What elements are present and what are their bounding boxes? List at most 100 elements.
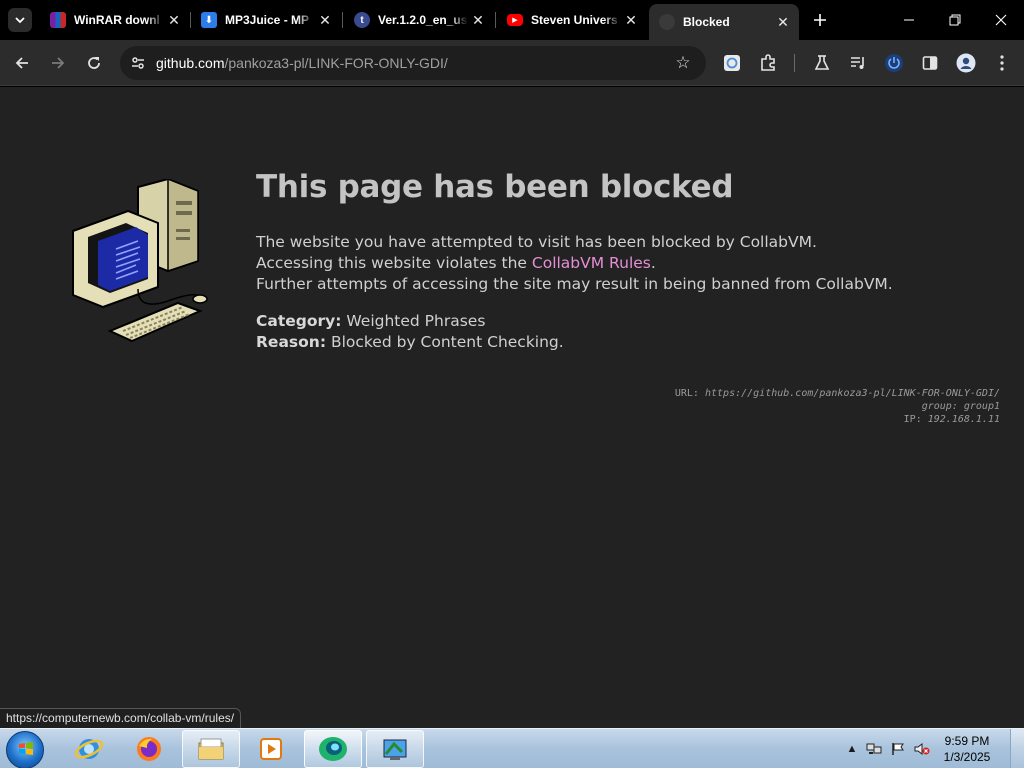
category-row: Category: Weighted Phrases bbox=[256, 312, 485, 330]
action-center-flag-icon[interactable] bbox=[890, 741, 906, 757]
tab-winrar[interactable]: WinRAR downl ✕ bbox=[40, 4, 190, 36]
profile-avatar-icon[interactable] bbox=[952, 49, 980, 77]
category-value: Weighted Phrases bbox=[341, 312, 486, 330]
url-path: /pankoza3-pl/LINK-FOR-ONLY-GDI/ bbox=[224, 55, 448, 71]
back-arrow-icon bbox=[15, 57, 28, 69]
rules-text-suffix: . bbox=[650, 254, 656, 272]
youtube-icon: ▶ bbox=[507, 14, 523, 26]
minimize-button[interactable] bbox=[886, 0, 932, 40]
reason-label: Reason: bbox=[256, 333, 327, 351]
tab-title: WinRAR downl bbox=[74, 13, 160, 27]
volume-muted-icon[interactable] bbox=[914, 741, 930, 757]
tab-title: Blocked bbox=[683, 15, 730, 29]
tab-separator bbox=[495, 12, 496, 28]
internet-explorer-icon bbox=[74, 739, 104, 759]
plus-icon bbox=[814, 14, 826, 26]
meta-ip-value: 192.168.1.11 bbox=[927, 414, 1000, 425]
close-icon[interactable]: ✕ bbox=[164, 10, 184, 30]
taskbar-control-panel[interactable] bbox=[366, 730, 424, 768]
taskbar-file-explorer[interactable] bbox=[182, 730, 240, 768]
windows-logo-icon bbox=[19, 742, 33, 755]
taskbar-chrome[interactable] bbox=[304, 730, 362, 768]
clock-date: 1/3/2025 bbox=[943, 750, 991, 764]
rules-text-prefix: Accessing this website violates the bbox=[256, 254, 532, 272]
meta-group: group: group1 bbox=[922, 401, 1000, 412]
reason-value: Blocked by Content Checking. bbox=[326, 333, 564, 351]
close-icon bbox=[995, 14, 1007, 26]
tab-strip: WinRAR downl ✕ ⬇ MP3Juice - MP ✕ t Ver.1… bbox=[0, 0, 1024, 40]
meta-url-label: URL: bbox=[674, 388, 705, 399]
forward-arrow-icon bbox=[52, 57, 65, 69]
reload-button[interactable] bbox=[80, 49, 108, 77]
taskbar-media-player[interactable] bbox=[242, 730, 300, 768]
tray-overflow-icon[interactable]: ▲ bbox=[844, 741, 860, 757]
new-tab-button[interactable] bbox=[808, 8, 832, 32]
meta-ip-label: IP: bbox=[903, 414, 928, 425]
close-window-button[interactable] bbox=[978, 0, 1024, 40]
close-icon[interactable]: ✕ bbox=[315, 10, 335, 30]
tumblr-icon: t bbox=[354, 12, 370, 28]
blocked-page: This page has been blocked The website y… bbox=[0, 87, 1024, 728]
media-player-icon bbox=[260, 738, 282, 760]
url-text: github.com/pankoza3-pl/LINK-FOR-ONLY-GDI… bbox=[156, 55, 448, 71]
show-desktop-button[interactable] bbox=[1010, 729, 1024, 768]
tab-blocked[interactable]: Blocked ✕ bbox=[649, 4, 799, 40]
tab-search-button[interactable] bbox=[8, 8, 32, 32]
category-label: Category: bbox=[256, 312, 342, 330]
side-panel-icon[interactable] bbox=[916, 49, 944, 77]
tab-mp3juice[interactable]: ⬇ MP3Juice - MP ✕ bbox=[191, 4, 341, 36]
taskbar-firefox[interactable] bbox=[120, 730, 178, 768]
toolbar-divider bbox=[794, 54, 795, 72]
close-icon[interactable]: ✕ bbox=[773, 12, 793, 32]
windows-taskbar: ▲ 9:59 PM 1/3/2025 bbox=[0, 728, 1024, 768]
reason-row: Reason: Blocked by Content Checking. bbox=[256, 333, 564, 351]
tab-title: MP3Juice - MP bbox=[225, 13, 310, 27]
control-panel-icon bbox=[383, 739, 407, 760]
forward-button[interactable] bbox=[44, 49, 72, 77]
meta-group-label: group: bbox=[921, 401, 964, 412]
labs-flask-icon[interactable] bbox=[808, 49, 836, 77]
restore-button[interactable] bbox=[932, 0, 978, 40]
meta-url: URL: https://github.com/pankoza3-pl/LINK… bbox=[675, 388, 1000, 399]
reload-icon bbox=[88, 57, 100, 69]
extensions-puzzle-icon[interactable] bbox=[754, 49, 782, 77]
meta-ip: IP: 192.168.1.11 bbox=[904, 414, 1000, 425]
retro-computer-illustration bbox=[72, 179, 208, 343]
power-extension-icon[interactable] bbox=[880, 49, 908, 77]
more-menu-icon[interactable] bbox=[988, 49, 1016, 77]
blocked-message-line-1: The website you have attempted to visit … bbox=[256, 233, 817, 251]
back-button[interactable] bbox=[8, 49, 36, 77]
browser-toolbar: github.com/pankoza3-pl/LINK-FOR-ONLY-GDI… bbox=[0, 40, 1024, 86]
firefox-icon bbox=[137, 737, 161, 761]
blocked-message-line-3: Further attempts of accessing the site m… bbox=[256, 275, 893, 293]
tab-youtube[interactable]: ▶ Steven Univers ✕ bbox=[497, 4, 647, 36]
network-icon[interactable] bbox=[866, 741, 882, 757]
github-icon bbox=[659, 14, 675, 30]
site-info-icon[interactable] bbox=[124, 49, 152, 77]
media-queue-icon[interactable] bbox=[844, 49, 872, 77]
address-bar[interactable]: github.com/pankoza3-pl/LINK-FOR-ONLY-GDI… bbox=[120, 46, 706, 80]
extension-sync-icon[interactable] bbox=[718, 49, 746, 77]
close-icon[interactable]: ✕ bbox=[621, 10, 641, 30]
tab-separator bbox=[342, 12, 343, 28]
start-button[interactable] bbox=[6, 731, 44, 768]
download-icon: ⬇ bbox=[201, 12, 217, 28]
bookmark-star-icon[interactable]: ☆ bbox=[670, 50, 696, 76]
winrar-icon bbox=[50, 12, 66, 28]
page-title: This page has been blocked bbox=[256, 169, 734, 205]
restore-icon bbox=[949, 14, 961, 26]
chrome-icon bbox=[319, 737, 347, 761]
collabvm-rules-link[interactable]: CollabVM Rules bbox=[532, 254, 651, 272]
tab-title: Ver.1.2.0_en_us bbox=[378, 13, 468, 27]
taskbar-internet-explorer[interactable] bbox=[60, 730, 118, 768]
system-clock[interactable]: 9:59 PM 1/3/2025 bbox=[932, 733, 1002, 765]
tab-tumblr[interactable]: t Ver.1.2.0_en_us ✕ bbox=[344, 4, 494, 36]
chevron-down-icon bbox=[15, 17, 25, 24]
meta-group-value: group1 bbox=[963, 401, 1000, 412]
blocked-message-line-2: Accessing this website violates the Coll… bbox=[256, 254, 656, 272]
link-status-bubble: https://computernewb.com/collab-vm/rules… bbox=[0, 708, 242, 728]
close-icon[interactable]: ✕ bbox=[468, 10, 488, 30]
clock-time: 9:59 PM bbox=[944, 734, 990, 748]
tab-title: Steven Univers bbox=[531, 13, 618, 27]
meta-url-value: https://github.com/pankoza3-pl/LINK-FOR-… bbox=[704, 388, 1000, 399]
